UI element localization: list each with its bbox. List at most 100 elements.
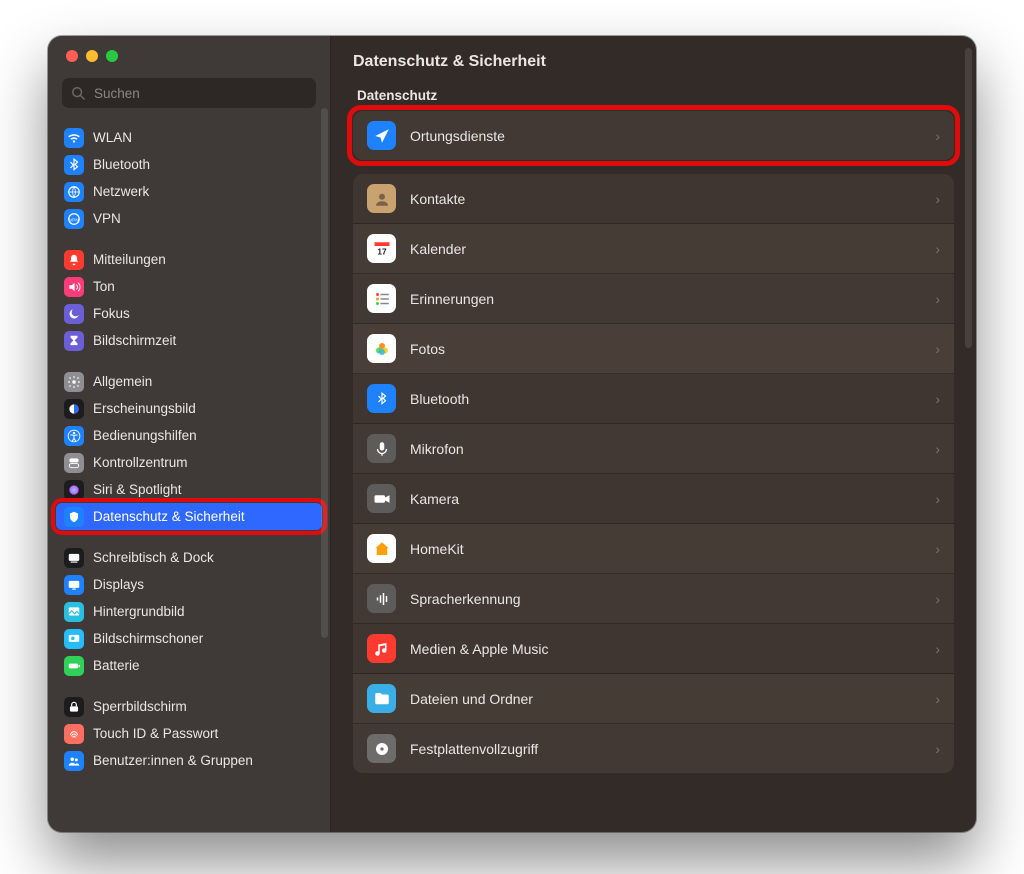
privacy-icon bbox=[64, 507, 84, 527]
microphone-icon bbox=[367, 434, 396, 463]
sidebar-item-touch-id-passwort[interactable]: Touch ID & Passwort bbox=[56, 720, 322, 747]
sidebar-list: WLAN BluetoothNetzwerk VPN VPN Mitteilungen T… bbox=[48, 116, 330, 832]
sidebar-item-label: Schreibtisch & Dock bbox=[93, 550, 214, 565]
sidebar-item-sperrbildschirm[interactable]: Sperrbildschirm bbox=[56, 693, 322, 720]
minimize-window-button[interactable] bbox=[86, 50, 98, 62]
sidebar-item-siri-spotlight[interactable]: Siri & Spotlight bbox=[56, 476, 322, 503]
sidebar-item-label: Datenschutz & Sicherheit bbox=[93, 509, 245, 524]
chevron-right-icon: › bbox=[935, 591, 940, 607]
sound-icon bbox=[64, 277, 84, 297]
screensaver-icon bbox=[64, 629, 84, 649]
sidebar-item-allgemein[interactable]: Allgemein bbox=[56, 368, 322, 395]
users-icon bbox=[64, 751, 84, 771]
sidebar-item-bildschirmschoner[interactable]: Bildschirmschoner bbox=[56, 625, 322, 652]
privacy-row-kamera[interactable]: Kamera› bbox=[353, 474, 954, 524]
sidebar-item-wlan[interactable]: WLAN bbox=[56, 124, 322, 151]
privacy-row-erinnerungen[interactable]: Erinnerungen› bbox=[353, 274, 954, 324]
page-title: Datenschutz & Sicherheit bbox=[331, 36, 976, 88]
sidebar-item-kontrollzentrum[interactable]: Kontrollzentrum bbox=[56, 449, 322, 476]
sidebar-item-bildschirmzeit[interactable]: Bildschirmzeit bbox=[56, 327, 322, 354]
appearance-icon bbox=[64, 399, 84, 419]
sidebar-item-datenschutz-sicherheit[interactable]: Datenschutz & Sicherheit bbox=[56, 503, 322, 530]
privacy-row-dateien-und-ordner[interactable]: Dateien und Ordner› bbox=[353, 674, 954, 724]
battery-icon bbox=[64, 656, 84, 676]
sidebar-item-batterie[interactable]: Batterie bbox=[56, 652, 322, 679]
sidebar-scrollbar[interactable] bbox=[321, 108, 328, 638]
sidebar-item-label: VPN bbox=[93, 211, 121, 226]
svg-text:17: 17 bbox=[377, 247, 387, 256]
sidebar-item-label: Ton bbox=[93, 279, 115, 294]
sidebar-item-bedienungshilfen[interactable]: Bedienungshilfen bbox=[56, 422, 322, 449]
speech-icon bbox=[367, 584, 396, 613]
search-input[interactable] bbox=[92, 85, 307, 102]
vpn-icon: VPN bbox=[64, 209, 84, 229]
privacy-row-label: Fotos bbox=[410, 341, 921, 357]
svg-text:VPN: VPN bbox=[69, 217, 79, 222]
sidebar-item-label: Hintergrundbild bbox=[93, 604, 185, 619]
sidebar-item-erscheinungsbild[interactable]: Erscheinungsbild bbox=[56, 395, 322, 422]
privacy-row-fotos[interactable]: Fotos › bbox=[353, 324, 954, 374]
sidebar-item-ton[interactable]: Ton bbox=[56, 273, 322, 300]
location-icon bbox=[367, 121, 396, 150]
privacy-row-festplattenvollzugriff[interactable]: Festplattenvollzugriff› bbox=[353, 724, 954, 773]
home-icon bbox=[367, 534, 396, 563]
privacy-row-kontakte[interactable]: Kontakte › bbox=[353, 174, 954, 224]
calendar-icon: 17 bbox=[367, 234, 396, 263]
sidebar-item-label: Bildschirmzeit bbox=[93, 333, 176, 348]
hourglass-icon bbox=[64, 331, 84, 351]
privacy-row-medien-apple-music[interactable]: Medien & Apple Music› bbox=[353, 624, 954, 674]
displays-icon bbox=[64, 575, 84, 595]
contacts-icon bbox=[367, 184, 396, 213]
sidebar-item-label: Batterie bbox=[93, 658, 140, 673]
sidebar-item-label: Erscheinungsbild bbox=[93, 401, 196, 416]
sidebar-item-vpn[interactable]: VPN VPN bbox=[56, 205, 322, 232]
privacy-row-label: Ortungsdienste bbox=[410, 128, 921, 144]
lock-icon bbox=[64, 697, 84, 717]
sidebar-item-label: Kontrollzentrum bbox=[93, 455, 188, 470]
chevron-right-icon: › bbox=[935, 191, 940, 207]
close-window-button[interactable] bbox=[66, 50, 78, 62]
chevron-right-icon: › bbox=[935, 391, 940, 407]
sidebar-item-label: WLAN bbox=[93, 130, 132, 145]
wifi-icon bbox=[64, 128, 84, 148]
bluetooth-icon bbox=[64, 155, 84, 175]
sidebar-item-schreibtisch-dock[interactable]: Schreibtisch & Dock bbox=[56, 544, 322, 571]
sidebar-item-bluetooth[interactable]: Bluetooth bbox=[56, 151, 322, 178]
privacy-row-kalender[interactable]: 17 Kalender › bbox=[353, 224, 954, 274]
touchid-icon bbox=[64, 724, 84, 744]
sidebar-item-label: Sperrbildschirm bbox=[93, 699, 187, 714]
folder-icon bbox=[367, 684, 396, 713]
window-traffic-lights bbox=[48, 36, 330, 72]
sidebar-item-label: Fokus bbox=[93, 306, 130, 321]
sidebar-item-label: Bedienungshilfen bbox=[93, 428, 197, 443]
disk-icon bbox=[367, 734, 396, 763]
privacy-row-homekit[interactable]: HomeKit› bbox=[353, 524, 954, 574]
chevron-right-icon: › bbox=[935, 441, 940, 457]
sidebar-item-hintergrundbild[interactable]: Hintergrundbild bbox=[56, 598, 322, 625]
search-icon bbox=[71, 86, 85, 100]
sidebar-item-netzwerk[interactable]: Netzwerk bbox=[56, 178, 322, 205]
sidebar-item-label: Mitteilungen bbox=[93, 252, 166, 267]
main-scrollbar[interactable] bbox=[965, 48, 972, 348]
privacy-row-spracherkennung[interactable]: Spracherkennung › bbox=[353, 574, 954, 624]
sidebar-item-displays[interactable]: Displays bbox=[56, 571, 322, 598]
zoom-window-button[interactable] bbox=[106, 50, 118, 62]
privacy-row-label: Kontakte bbox=[410, 191, 921, 207]
dock-icon bbox=[64, 548, 84, 568]
search-field[interactable] bbox=[62, 78, 316, 108]
network-icon bbox=[64, 182, 84, 202]
sidebar-item-benutzer-innen-gruppen[interactable]: Benutzer:innen & Gruppen bbox=[56, 747, 322, 774]
sidebar-item-fokus[interactable]: Fokus bbox=[56, 300, 322, 327]
privacy-row-label: Spracherkennung bbox=[410, 591, 921, 607]
privacy-row-bluetooth[interactable]: Bluetooth› bbox=[353, 374, 954, 424]
privacy-row-label: Kalender bbox=[410, 241, 921, 257]
chevron-right-icon: › bbox=[935, 341, 940, 357]
chevron-right-icon: › bbox=[935, 241, 940, 257]
sidebar-item-mitteilungen[interactable]: Mitteilungen bbox=[56, 246, 322, 273]
chevron-right-icon: › bbox=[935, 491, 940, 507]
chevron-right-icon: › bbox=[935, 128, 940, 144]
privacy-row-mikrofon[interactable]: Mikrofon› bbox=[353, 424, 954, 474]
bluetooth-icon bbox=[367, 384, 396, 413]
siri-icon bbox=[64, 480, 84, 500]
privacy-row-ortungsdienste[interactable]: Ortungsdienste › bbox=[353, 111, 954, 160]
